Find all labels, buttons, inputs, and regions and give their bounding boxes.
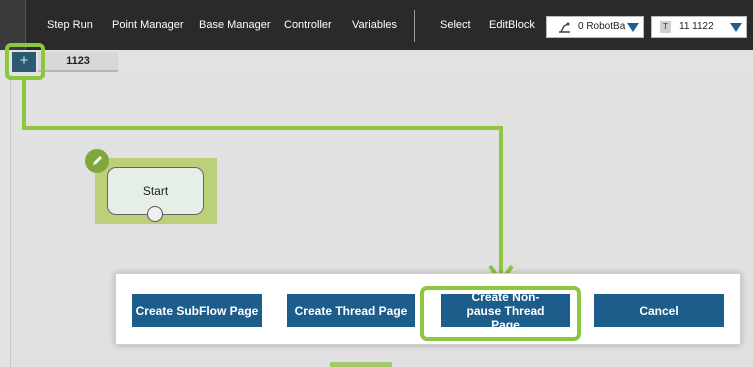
controller-button[interactable]: Controller: [284, 19, 332, 31]
point-manager-button[interactable]: Point Manager: [112, 19, 184, 31]
base-dropdown-arrow-icon: [627, 23, 639, 32]
base-dropdown-value: 0 RobotBa: [578, 21, 626, 32]
select-button[interactable]: Select: [440, 19, 471, 31]
base-manager-button[interactable]: Base Manager: [199, 19, 271, 31]
tool-dropdown-value: 11 1122: [679, 21, 714, 32]
variables-button[interactable]: Variables: [352, 19, 397, 31]
create-thread-page-button[interactable]: Create Thread Page: [287, 294, 415, 327]
edit-node-button[interactable]: [85, 149, 109, 173]
cancel-button[interactable]: Cancel: [594, 294, 724, 327]
tool-badge: T: [660, 21, 671, 33]
edit-block-button[interactable]: EditBlock: [489, 19, 535, 31]
page-tab[interactable]: 1123: [38, 52, 118, 72]
pencil-icon: [93, 156, 102, 165]
toolbar-divider: [414, 10, 415, 42]
robot-base-icon: [559, 22, 570, 33]
highlight-add-page: [5, 43, 45, 80]
tool-dropdown[interactable]: T 11 1122: [651, 16, 747, 38]
tool-dropdown-arrow-icon: [730, 23, 742, 32]
highlight-nonpause-button: [420, 286, 581, 341]
step-run-button[interactable]: Step Run: [47, 19, 93, 31]
create-subflow-page-button[interactable]: Create SubFlow Page: [132, 294, 262, 327]
top-toolbar: Step Run Point Manager Base Manager Cont…: [0, 0, 753, 50]
start-node-output-port[interactable]: [147, 206, 163, 222]
bottom-indicator: [330, 362, 392, 367]
base-dropdown[interactable]: 0 RobotBa: [546, 16, 644, 38]
